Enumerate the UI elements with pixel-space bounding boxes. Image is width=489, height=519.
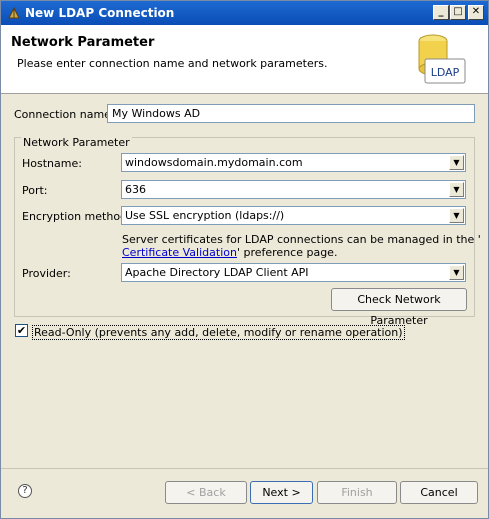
minimize-button[interactable]: _ [433,5,449,20]
network-parameter-group-label: Network Parameter [21,136,132,149]
chevron-down-icon[interactable]: ▼ [449,155,464,170]
title-bar[interactable]: New LDAP Connection _ □ ✕ [1,1,488,25]
read-only-checkbox[interactable]: ✔ [15,324,28,337]
page-description: Please enter connection name and network… [17,57,328,70]
chevron-down-icon[interactable]: ▼ [449,182,464,197]
provider-label: Provider: [22,267,71,280]
provider-value: Apache Directory LDAP Client API [125,266,309,279]
hostname-combo[interactable]: windowsdomain.mydomain.com ▼ [121,153,466,172]
ldap-logo-icon: LDAP [418,34,466,84]
check-network-parameter-button[interactable]: Check Network Parameter [331,288,467,327]
wizard-window: New LDAP Connection _ □ ✕ Network Parame… [0,0,489,519]
finish-button[interactable]: Finish [317,481,397,504]
cancel-button[interactable]: Cancel [400,481,478,504]
app-icon [8,6,20,19]
certificate-validation-link[interactable]: Certificate Validation [122,246,237,259]
encryption-method-label: Encryption method: [22,210,131,223]
connection-name-label: Connection name: [14,108,115,121]
certificate-info-line2: Certificate Validation' preference page. [122,246,337,259]
read-only-label[interactable]: Read-Only (prevents any add, delete, mod… [32,325,405,340]
port-combo[interactable]: 636 ▼ [121,180,466,199]
header-banner: Network Parameter Please enter connectio… [1,25,488,94]
port-value: 636 [125,183,146,196]
connection-name-input[interactable] [107,104,475,123]
page-title: Network Parameter [11,35,155,50]
hostname-value: windowsdomain.mydomain.com [125,156,303,169]
next-button[interactable]: Next > [250,481,313,504]
help-icon[interactable]: ? [18,484,32,498]
hostname-label: Hostname: [22,157,82,170]
ldap-logo-text: LDAP [431,66,460,79]
back-button[interactable]: < Back [165,481,247,504]
encryption-method-select[interactable]: Use SSL encryption (ldaps://) ▼ [121,206,466,225]
provider-select[interactable]: Apache Directory LDAP Client API ▼ [121,263,466,282]
maximize-button[interactable]: □ [450,5,466,20]
footer-divider [1,468,488,469]
port-label: Port: [22,184,48,197]
encryption-method-value: Use SSL encryption (ldaps://) [125,209,285,222]
chevron-down-icon[interactable]: ▼ [449,265,464,280]
certificate-info-suffix: ' preference page. [236,246,338,259]
close-button[interactable]: ✕ [468,5,484,20]
chevron-down-icon[interactable]: ▼ [449,208,464,223]
certificate-info-line1: Server certificates for LDAP connections… [122,233,481,246]
window-title: New LDAP Connection [25,6,175,20]
